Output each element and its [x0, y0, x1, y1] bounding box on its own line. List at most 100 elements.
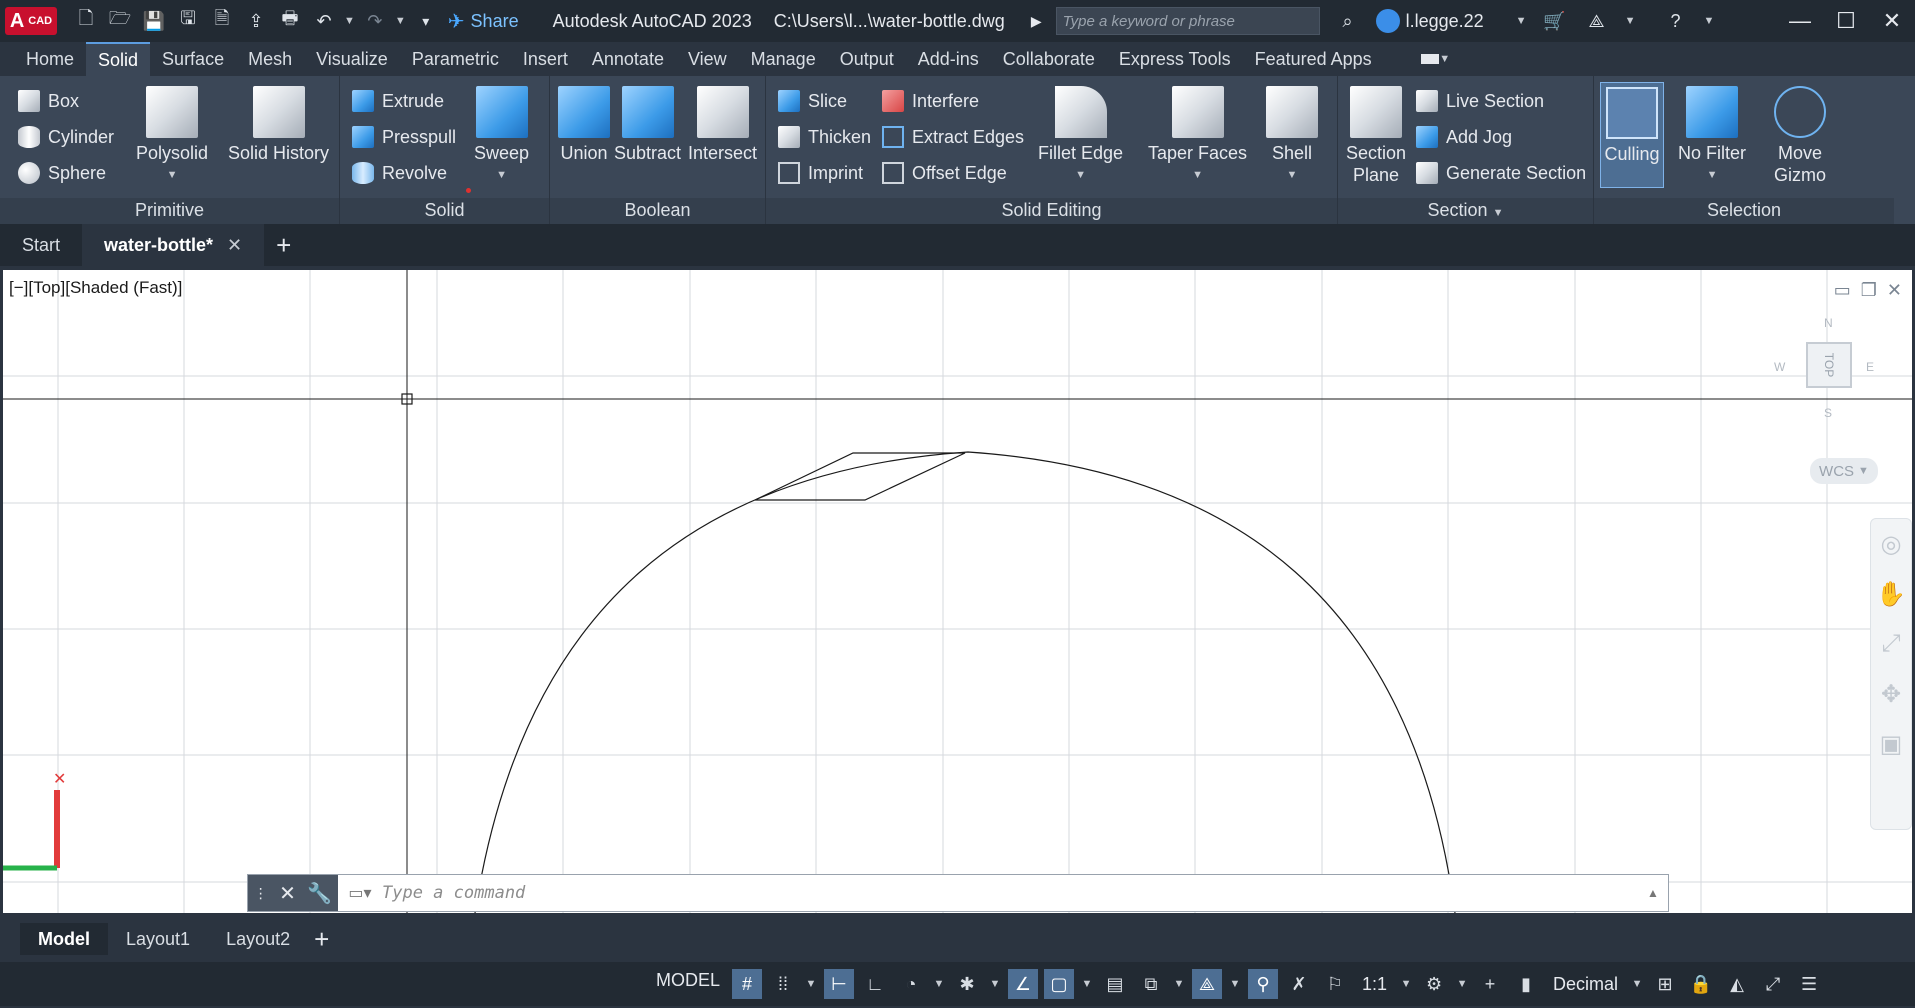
isolate-objects-icon[interactable]: ◭ [1722, 969, 1752, 999]
open-folder-icon[interactable]: 🗁 [106, 7, 134, 35]
transparency-icon[interactable]: ▤ [1100, 969, 1130, 999]
save-icon[interactable]: 💾 [140, 7, 168, 35]
viewcube[interactable]: N W E S TOP [1774, 316, 1874, 466]
union-button[interactable]: Union [558, 86, 610, 164]
help-icon[interactable]: ? [1661, 7, 1689, 35]
grid-icon[interactable]: # [732, 969, 762, 999]
tab-annotate[interactable]: Annotate [580, 43, 676, 76]
new-layout-icon[interactable]: + [314, 924, 329, 955]
orbit-icon[interactable]: ✥ [1871, 669, 1911, 719]
zoom-extents-icon[interactable]: ⤢ [1871, 619, 1911, 669]
sweep-button[interactable]: Sweep ▼ [474, 86, 529, 186]
solid-history-button[interactable]: Solid History [228, 86, 329, 164]
add-jog-button[interactable]: Add Jog [1416, 122, 1512, 152]
object-snap-dropdown-icon[interactable]: ▼ [1080, 978, 1094, 990]
isodraft-dropdown-icon[interactable]: ▼ [988, 978, 1002, 990]
new-file-icon[interactable]: 🗋 [72, 7, 100, 35]
drawing-viewport[interactable]: ✕ [−][Top][Shaded (Fast)] ▭ ❐ ✕ N W E S … [3, 270, 1912, 913]
selection-cycling-icon[interactable]: ⧉ [1136, 969, 1166, 999]
tab-manage[interactable]: Manage [739, 43, 828, 76]
search-input[interactable] [1062, 12, 1319, 30]
viewcube-east[interactable]: E [1866, 360, 1874, 374]
search-icon[interactable]: ⌕ [1334, 7, 1362, 35]
viewport-controls-label[interactable]: [−][Top][Shaded (Fast)] [9, 278, 182, 298]
tab-insert[interactable]: Insert [511, 43, 580, 76]
slice-button[interactable]: Slice [778, 86, 847, 116]
customize-toolbar-icon[interactable]: ▾ [412, 7, 440, 35]
panel-label-section[interactable]: Section ▼ [1338, 198, 1593, 224]
viewcube-south[interactable]: S [1824, 406, 1832, 420]
chevron-right-icon[interactable]: ▶ [1031, 13, 1042, 30]
box-button[interactable]: Box [18, 86, 79, 116]
tab-express-tools[interactable]: Express Tools [1107, 43, 1243, 76]
live-section-button[interactable]: Live Section [1416, 86, 1544, 116]
command-prompt-icon[interactable]: ▭▾ [338, 883, 382, 903]
annotation-scale-value[interactable]: 1:1 [1356, 974, 1393, 995]
wcs-menu[interactable]: WCS ▼ [1810, 458, 1878, 484]
undo-dropdown-icon[interactable]: ▼ [344, 15, 355, 27]
tab-solid[interactable]: Solid [86, 41, 151, 77]
autodesk-app-icon[interactable]: ⟁ [1583, 7, 1611, 35]
tab-visualize[interactable]: Visualize [304, 43, 400, 76]
3d-osnap-icon[interactable]: ⟁ [1192, 969, 1222, 999]
app-dropdown-icon[interactable]: ▼ [1625, 15, 1636, 27]
viewcube-west[interactable]: W [1774, 360, 1785, 374]
snap-dropdown-icon[interactable]: ▼ [804, 978, 818, 990]
tab-model[interactable]: Model [20, 923, 108, 955]
tab-water-bottle[interactable]: water-bottle* ✕ [82, 224, 265, 266]
intersect-button[interactable]: Intersect [688, 86, 757, 164]
plot-icon[interactable]: 🖶 [276, 7, 304, 35]
workspace-dropdown-icon[interactable]: ▼ [1455, 978, 1469, 990]
maximize-icon[interactable]: ☐ [1823, 0, 1869, 42]
tab-collaborate[interactable]: Collaborate [991, 43, 1107, 76]
close-window-icon[interactable]: ✕ [1869, 0, 1915, 42]
share-button[interactable]: ✈ Share [448, 9, 519, 34]
viewport-restore-icon[interactable]: ❐ [1861, 280, 1877, 301]
tab-layout2[interactable]: Layout2 [208, 923, 308, 955]
redo-icon[interactable]: ↷ [361, 7, 389, 35]
new-tab-icon[interactable]: + [276, 230, 291, 261]
save-to-web-icon[interactable]: ⇪ [242, 7, 270, 35]
polysolid-button[interactable]: Polysolid ▼ [136, 86, 208, 186]
annotation-monitor-icon[interactable]: + [1475, 969, 1505, 999]
command-grip-icon[interactable]: ⋮ [254, 885, 268, 902]
viewcube-north[interactable]: N [1824, 316, 1833, 330]
annotation-visibility-icon[interactable]: ⚲ [1248, 969, 1278, 999]
subtract-button[interactable]: Subtract [614, 86, 681, 164]
annotation-scale-dropdown-icon[interactable]: ▼ [1399, 978, 1413, 990]
selection-cycling-dropdown-icon[interactable]: ▼ [1172, 978, 1186, 990]
command-history-icon[interactable]: ▲ [1638, 886, 1668, 900]
imprint-button[interactable]: Imprint [778, 158, 863, 188]
extrude-button[interactable]: Extrude [352, 86, 444, 116]
offset-edge-button[interactable]: Offset Edge [882, 158, 1007, 188]
snap-icon[interactable]: ⁞⁞ [768, 969, 798, 999]
thicken-button[interactable]: Thicken [778, 122, 871, 152]
customization-menu-icon[interactable]: ☰ [1794, 969, 1824, 999]
drawing-canvas[interactable]: ✕ [3, 270, 1912, 913]
3d-osnap-dropdown-icon[interactable]: ▼ [1228, 978, 1242, 990]
tab-featured-apps[interactable]: Featured Apps [1243, 43, 1384, 76]
taper-faces-button[interactable]: Taper Faces ▼ [1148, 86, 1247, 186]
tab-output[interactable]: Output [828, 43, 906, 76]
undo-icon[interactable]: ↶ [310, 7, 338, 35]
viewport-minimize-icon[interactable]: ▭ [1834, 280, 1851, 301]
cylinder-button[interactable]: Cylinder [18, 122, 114, 152]
pan-hand-icon[interactable]: ✋ [1871, 569, 1911, 619]
tab-mesh[interactable]: Mesh [236, 43, 304, 76]
command-close-icon[interactable]: ✕ [279, 881, 296, 906]
tab-surface[interactable]: Surface [150, 43, 236, 76]
tab-add-ins[interactable]: Add-ins [906, 43, 991, 76]
section-plane-button[interactable]: Section Plane [1346, 86, 1406, 186]
tab-parametric[interactable]: Parametric [400, 43, 511, 76]
object-snap-tracking-icon[interactable]: ∠ [1008, 969, 1038, 999]
units-dropdown-icon[interactable]: ▼ [1630, 978, 1644, 990]
tab-start[interactable]: Start [0, 224, 82, 266]
units-icon[interactable]: ▮ [1511, 969, 1541, 999]
command-customize-icon[interactable]: 🔧 [307, 881, 332, 906]
close-tab-icon[interactable]: ✕ [227, 235, 242, 256]
viewcube-top-face[interactable]: TOP [1806, 342, 1852, 388]
polar-dropdown-icon[interactable]: ▼ [932, 978, 946, 990]
cart-icon[interactable]: 🛒 [1541, 7, 1569, 35]
generate-section-button[interactable]: Generate Section [1416, 158, 1586, 188]
revolve-button[interactable]: Revolve [352, 158, 447, 188]
